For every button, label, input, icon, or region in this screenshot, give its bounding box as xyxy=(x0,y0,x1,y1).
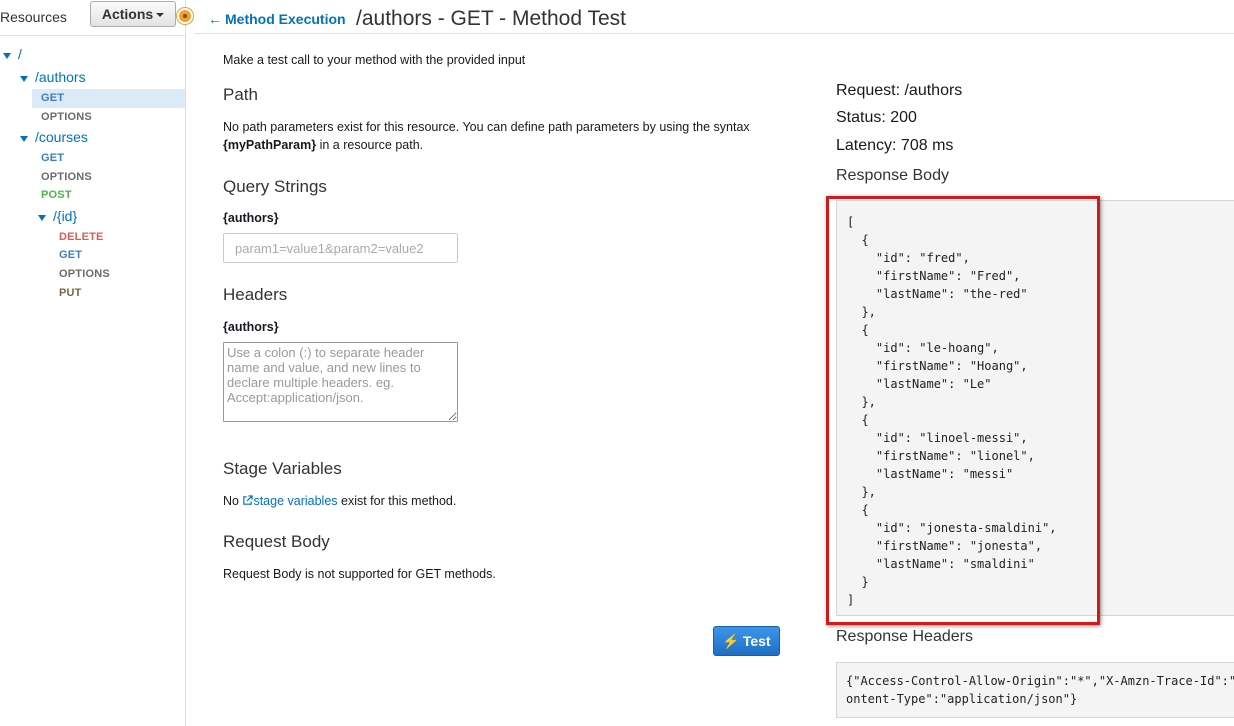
method-id-get[interactable]: GET xyxy=(59,246,82,264)
external-link-icon xyxy=(243,495,254,505)
stage-link-label: stage variables xyxy=(253,494,338,508)
method-id-put[interactable]: PUT xyxy=(59,284,82,302)
expand-triangle-icon[interactable] xyxy=(20,75,28,82)
response-body-json: [ { "id": "fred", "firstName": "Fred", "… xyxy=(847,215,1057,607)
method-id-delete[interactable]: DELETE xyxy=(59,228,104,246)
sidebar-title: Resources xyxy=(0,9,67,25)
stage-variables-text: No stage variables exist for this method… xyxy=(223,494,456,508)
stage-text-post: exist for this method. xyxy=(337,494,457,508)
response-body-heading: Response Body xyxy=(836,167,949,184)
sidebar-resize-handle[interactable] xyxy=(177,8,193,24)
actions-label: Actions xyxy=(101,6,154,22)
expand-triangle-icon[interactable] xyxy=(3,52,11,59)
tree-item-courses[interactable]: /courses xyxy=(20,128,88,146)
resources-sidebar: Resources Actions / /authors GET OPTIONS… xyxy=(0,0,186,726)
tree-item-id[interactable]: /{id} xyxy=(38,207,77,225)
header-divider xyxy=(194,33,1234,34)
method-courses-get[interactable]: GET xyxy=(41,149,64,167)
query-strings-label: {authors} xyxy=(223,211,279,225)
stage-text-pre: No xyxy=(223,494,243,508)
response-latency: Latency: 708 ms xyxy=(836,137,954,154)
request-path: Request: /authors xyxy=(836,82,963,99)
sidebar-header: Resources Actions xyxy=(0,0,185,36)
method-courses-post[interactable]: POST xyxy=(41,186,72,204)
method-authors-options[interactable]: OPTIONS xyxy=(41,108,92,126)
query-strings-input[interactable] xyxy=(223,233,458,263)
path-param-syntax: {myPathParam} xyxy=(223,138,317,152)
response-status: Status: 200 xyxy=(836,109,917,126)
headers-textarea[interactable] xyxy=(223,342,458,422)
tree-item-authors[interactable]: /authors xyxy=(20,68,86,86)
method-courses-options[interactable]: OPTIONS xyxy=(41,168,92,186)
method-id-options[interactable]: OPTIONS xyxy=(59,265,110,283)
arrow-left-icon: ← xyxy=(208,11,222,27)
expand-triangle-icon[interactable] xyxy=(20,135,28,142)
expand-triangle-icon[interactable] xyxy=(38,214,46,221)
lightning-bolt-icon: ⚡ xyxy=(722,632,740,649)
method-authors-get[interactable]: GET xyxy=(41,89,64,107)
back-to-method-execution-link[interactable]: ← Method Execution xyxy=(208,11,346,27)
headers-heading: Headers xyxy=(223,285,288,304)
path-description-rest: in a resource path. xyxy=(316,138,424,152)
actions-dropdown-button[interactable]: Actions xyxy=(90,1,176,27)
path-heading: Path xyxy=(223,85,258,104)
response-headers-heading: Response Headers xyxy=(836,628,973,645)
caret-down-icon xyxy=(156,13,165,18)
resource-id-label: /{id} xyxy=(53,208,78,224)
test-button[interactable]: ⚡ Test xyxy=(713,626,780,656)
request-body-text: Request Body is not supported for GET me… xyxy=(223,567,496,581)
path-description-line2: {myPathParam} in a resource path. xyxy=(223,138,423,152)
response-body-panel[interactable]: [ { "id": "fred", "firstName": "Fred", "… xyxy=(836,200,1234,616)
path-description-line1: No path parameters exist for this resour… xyxy=(223,120,750,134)
back-link-label: Method Execution xyxy=(225,11,346,27)
query-strings-heading: Query Strings xyxy=(223,177,327,196)
stage-variables-heading: Stage Variables xyxy=(223,459,342,478)
response-headers-panel[interactable]: {"Access-Control-Allow-Origin":"*","X-Am… xyxy=(836,662,1234,718)
resource-authors-label: /authors xyxy=(35,69,86,85)
resource-root-label: / xyxy=(18,46,22,62)
response-headers-json: {"Access-Control-Allow-Origin":"*","X-Am… xyxy=(846,674,1234,706)
tree-item-root[interactable]: / xyxy=(3,45,22,63)
resource-courses-label: /courses xyxy=(35,129,88,145)
intro-text: Make a test call to your method with the… xyxy=(223,53,526,67)
request-body-heading: Request Body xyxy=(223,532,330,551)
test-button-label: Test xyxy=(742,632,771,649)
headers-label: {authors} xyxy=(223,320,279,334)
page-title: /authors - GET - Method Test xyxy=(356,7,627,30)
stage-variables-link[interactable]: stage variables xyxy=(242,494,338,508)
